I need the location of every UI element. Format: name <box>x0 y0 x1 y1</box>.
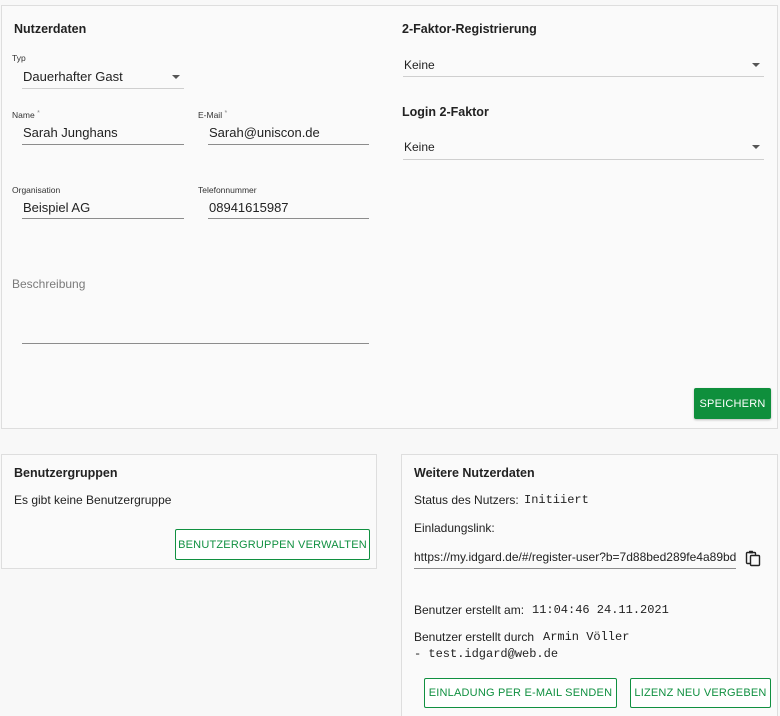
email-required-mark: * <box>224 110 228 117</box>
two-factor-registration-select[interactable]: Keine <box>403 53 764 77</box>
name-label-text: Name <box>12 110 35 120</box>
email-field[interactable]: Sarah@uniscon.de <box>208 121 369 145</box>
created-by-label: Benutzer erstellt durch <box>414 630 535 644</box>
email-label: E-Mail * <box>198 110 227 120</box>
type-select-value: Dauerhafter Gast <box>23 69 123 84</box>
login-two-factor-select[interactable]: Keine <box>403 135 764 160</box>
email-value: Sarah@uniscon.de <box>209 125 320 140</box>
type-select[interactable]: Dauerhafter Gast <box>22 65 184 89</box>
description-field[interactable] <box>22 300 369 344</box>
login-two-factor-title: Login 2-Faktor <box>402 105 489 119</box>
email-label-text: E-Mail <box>198 110 223 120</box>
phone-field[interactable]: 08941615987 <box>208 196 369 219</box>
copy-icon[interactable] <box>744 549 762 567</box>
reassign-license-button[interactable]: LIZENZ NEU VERGEBEN <box>630 678 771 708</box>
organisation-field[interactable]: Beispiel AG <box>22 196 184 219</box>
name-field[interactable]: Sarah Junghans <box>22 121 184 145</box>
type-label: Typ <box>12 53 26 63</box>
invite-link-field[interactable]: https://my.idgard.de/#/register-user?b=7… <box>414 545 736 569</box>
organisation-value: Beispiel AG <box>23 199 91 215</box>
invite-link-value: https://my.idgard.de/#/register-user?b=7… <box>414 549 736 564</box>
created-by-name: Armin Völler <box>543 630 630 644</box>
phone-label: Telefonnummer <box>198 185 257 195</box>
organisation-label: Organisation <box>12 185 61 195</box>
user-status-value: Initiiert <box>524 493 589 507</box>
chevron-down-icon <box>172 74 180 79</box>
created-at-label: Benutzer erstellt am: <box>414 603 525 617</box>
description-placeholder: Beschreibung <box>12 277 86 291</box>
more-user-data-title: Weitere Nutzerdaten <box>414 466 535 480</box>
two-factor-registration-value: Keine <box>404 57 435 72</box>
user-groups-empty-text: Es gibt keine Benutzergruppe <box>14 493 172 507</box>
chevron-down-icon <box>752 62 760 67</box>
send-invite-email-button[interactable]: EINLADUNG PER E-MAIL SENDEN <box>424 678 617 708</box>
save-button[interactable]: SPEICHERN <box>694 388 771 419</box>
created-by-email: - test.idgard@web.de <box>414 647 559 661</box>
user-status-label: Status des Nutzers: <box>414 493 519 507</box>
chevron-down-icon <box>752 145 760 149</box>
name-value: Sarah Junghans <box>23 125 118 140</box>
two-factor-registration-title: 2-Faktor-Registrierung <box>402 22 537 36</box>
name-label: Name * <box>12 110 40 120</box>
phone-value: 08941615987 <box>209 199 289 215</box>
manage-user-groups-button[interactable]: BENUTZERGRUPPEN VERWALTEN <box>175 529 370 560</box>
invite-link-label: Einladungslink: <box>414 521 495 535</box>
user-data-title: Nutzerdaten <box>14 22 87 36</box>
user-groups-title: Benutzergruppen <box>14 466 118 480</box>
name-required-mark: * <box>37 110 40 117</box>
login-two-factor-value: Keine <box>404 140 435 154</box>
created-at-value: 11:04:46 24.11.2021 <box>532 603 669 617</box>
